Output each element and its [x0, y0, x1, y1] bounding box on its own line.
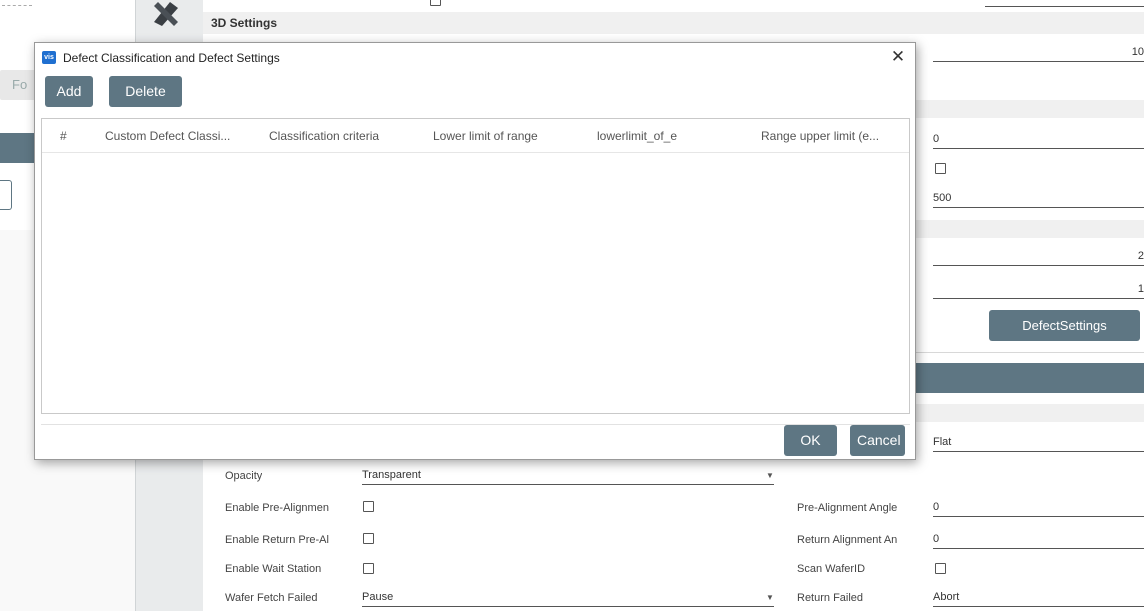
column-lower-limit[interactable]: Lower limit of range: [433, 129, 538, 143]
shape-field[interactable]: Flat: [933, 434, 1144, 452]
app-logo-icon: vis: [42, 51, 56, 64]
column-custom-defect-class[interactable]: Custom Defect Classi...: [105, 129, 230, 143]
wait-station-label: Enable Wait Station: [225, 563, 322, 575]
top-field[interactable]: [985, 0, 1144, 7]
field-value-3[interactable]: 2: [933, 248, 1144, 266]
close-icon[interactable]: ✕: [887, 45, 909, 69]
option-checkbox[interactable]: [935, 163, 946, 174]
add-button[interactable]: Add: [45, 76, 93, 107]
pre-alignment-angle-label: Pre-Alignment Angle: [797, 502, 898, 514]
defect-settings-button[interactable]: DefectSettings: [989, 310, 1140, 341]
dialog-title-bar[interactable]: vis Defect Classification and Defect Set…: [35, 43, 915, 73]
dashed-field: [2, 0, 32, 6]
top-checkbox[interactable]: [430, 0, 441, 6]
pre-alignment-angle-field[interactable]: 0: [933, 499, 1144, 517]
field-value-1[interactable]: 0: [933, 131, 1144, 149]
column-range-upper-limit[interactable]: Range upper limit (e...: [761, 129, 879, 143]
opacity-select[interactable]: Transparent: [362, 467, 774, 485]
section-bar: [913, 363, 1144, 393]
defect-table[interactable]: # Custom Defect Classi... Classification…: [41, 118, 910, 414]
return-pre-alignment-checkbox[interactable]: [363, 533, 374, 544]
defect-classification-dialog: vis Defect Classification and Defect Set…: [34, 42, 916, 460]
focus-button[interactable]: Fo: [0, 70, 36, 100]
scan-waferid-checkbox[interactable]: [935, 563, 946, 574]
ok-button[interactable]: OK: [784, 425, 837, 456]
table-header: # Custom Defect Classi... Classification…: [42, 119, 909, 153]
divider: [913, 352, 1144, 353]
section-band-2: [913, 220, 1144, 238]
return-alignment-field[interactable]: 0: [933, 531, 1144, 549]
chevron-down-icon[interactable]: ▼: [766, 471, 774, 480]
section-band: [913, 100, 1144, 118]
section-3d-settings: 3D Settings: [203, 12, 1144, 34]
opacity-label: Opacity: [225, 470, 263, 482]
return-failed-field[interactable]: Abort: [933, 589, 1144, 607]
cancel-button[interactable]: Cancel: [850, 425, 905, 456]
dialog-title: Defect Classification and Defect Setting…: [63, 51, 280, 65]
scan-waferid-label: Scan WaferID: [797, 563, 866, 575]
column-lowerlimit-of-e[interactable]: lowerlimit_of_e: [597, 129, 677, 143]
column-classification-criteria[interactable]: Classification criteria: [269, 129, 379, 143]
pre-alignment-checkbox[interactable]: [363, 501, 374, 512]
pre-alignment-label: Enable Pre-Alignmen: [225, 502, 329, 514]
field-value-4[interactable]: 1: [933, 281, 1144, 299]
fetch-failed-label: Wafer Fetch Failed: [225, 592, 318, 604]
fetch-failed-select[interactable]: Pause: [362, 589, 774, 607]
ruler-pencil-icon[interactable]: [148, 0, 184, 26]
dialog-divider: [41, 424, 910, 425]
field-value-2[interactable]: 500: [933, 190, 1144, 208]
return-pre-alignment-label: Enable Return Pre-Al: [225, 534, 329, 546]
return-alignment-label: Return Alignment An: [797, 534, 898, 546]
wait-station-checkbox[interactable]: [363, 563, 374, 574]
column-index[interactable]: #: [60, 129, 67, 143]
field-top-value[interactable]: 10: [933, 44, 1144, 62]
left-button-stub[interactable]: [0, 180, 12, 210]
section-band-3: [913, 404, 1144, 422]
return-failed-label: Return Failed: [797, 592, 864, 604]
chevron-down-icon[interactable]: ▼: [766, 593, 774, 602]
delete-button[interactable]: Delete: [109, 76, 182, 107]
